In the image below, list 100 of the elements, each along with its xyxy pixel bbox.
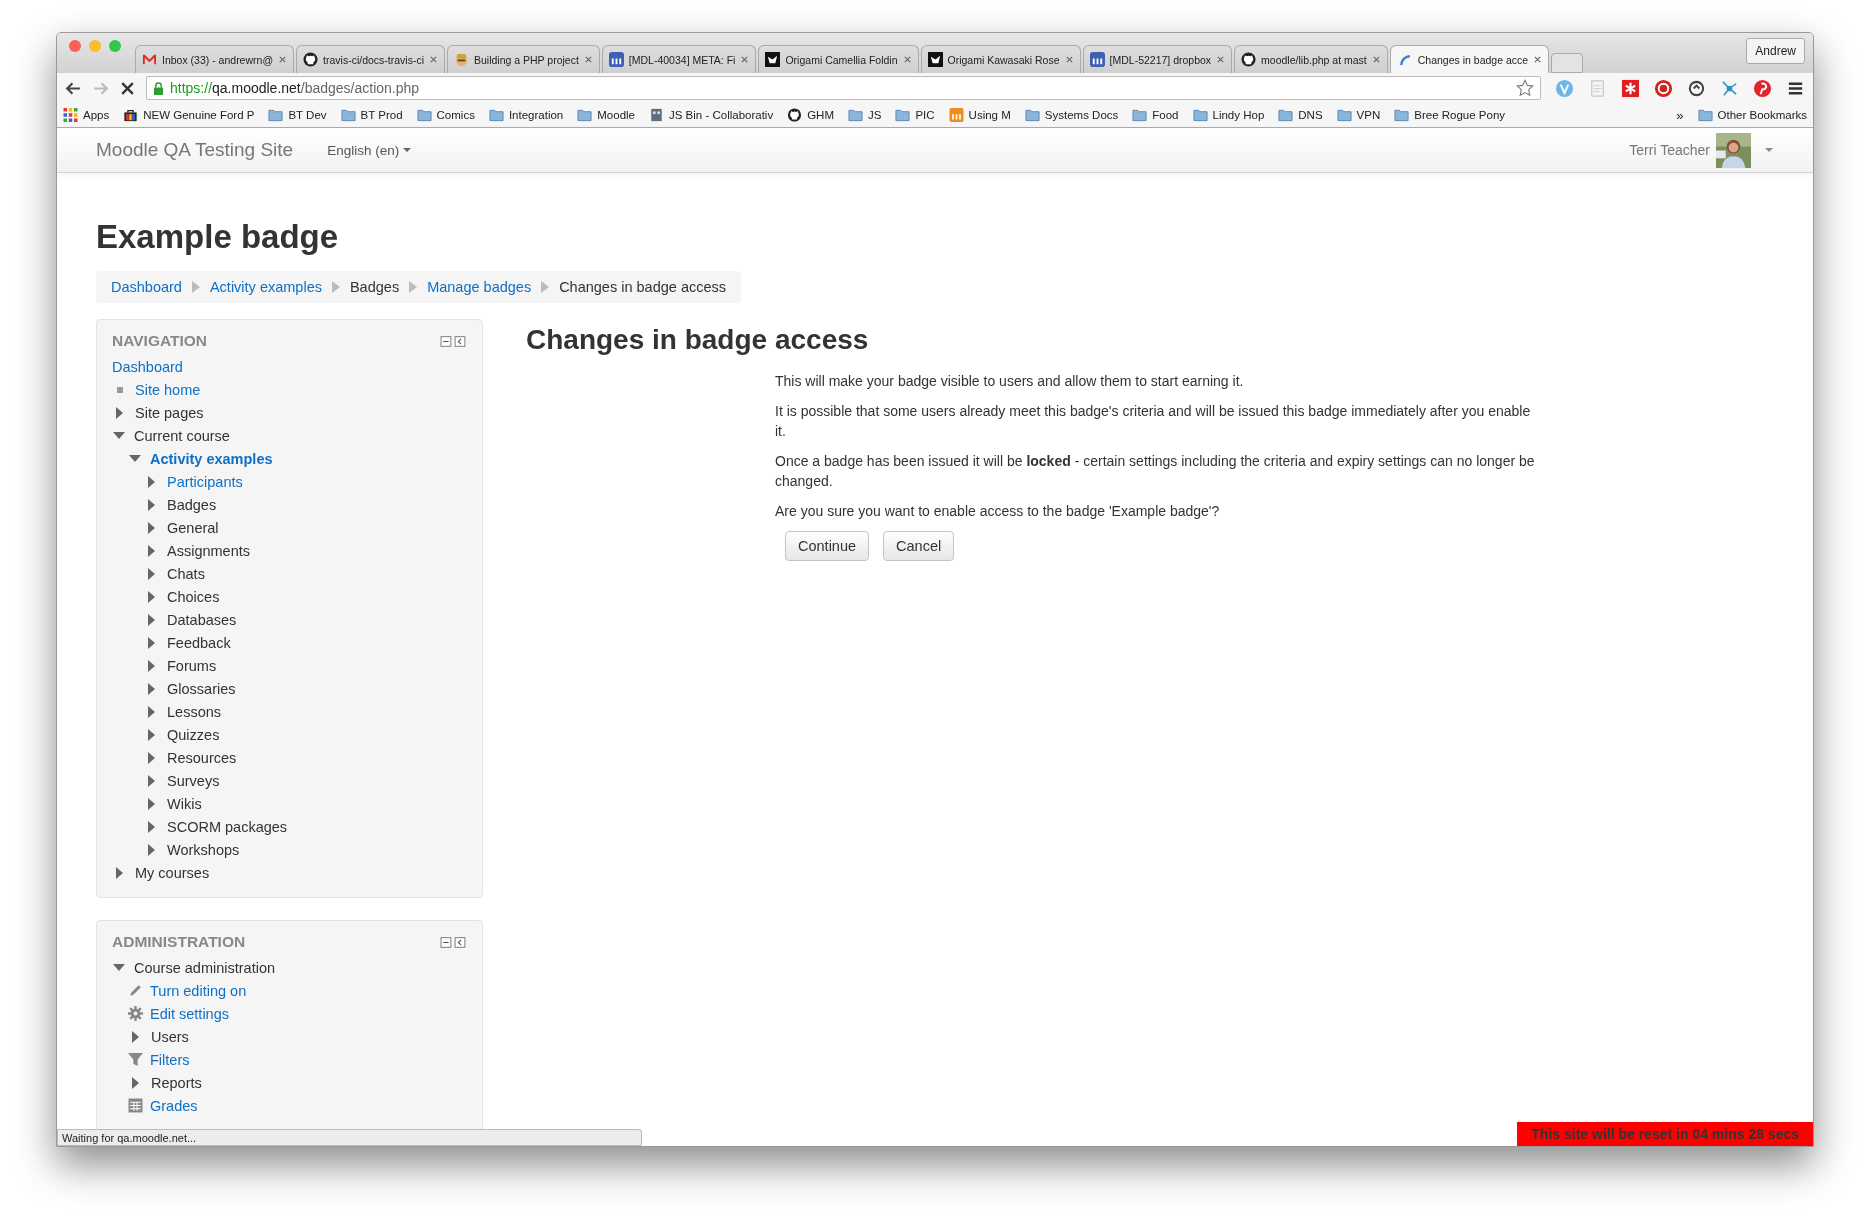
asterisk-icon[interactable] (1621, 78, 1640, 98)
expand-arrow-icon[interactable] (148, 751, 155, 764)
close-tab-icon[interactable] (902, 55, 912, 64)
browser-tab[interactable]: Building a PHP project (447, 45, 600, 73)
tree-item[interactable]: Badges (167, 496, 217, 513)
breadcrumb-link[interactable]: Dashboard (111, 279, 182, 295)
expand-arrow-icon[interactable] (148, 797, 155, 810)
close-tab-icon[interactable] (740, 55, 750, 64)
browser-tab[interactable]: travis-ci/docs-travis-ci (296, 45, 445, 73)
close-tab-icon[interactable] (1533, 55, 1543, 64)
tree-item[interactable]: Forums (167, 657, 217, 674)
tree-item[interactable]: Wikis (167, 795, 202, 812)
expand-arrow-icon[interactable] (116, 866, 123, 879)
expand-arrow-icon[interactable] (113, 432, 125, 439)
more-bookmarks-button[interactable]: » (1676, 107, 1684, 123)
bookmark[interactable]: Food (1132, 108, 1179, 122)
expand-arrow-icon[interactable] (148, 728, 155, 741)
bookmark[interactable]: GHM (787, 108, 834, 122)
expand-arrow-icon[interactable] (148, 544, 155, 557)
tree-link[interactable]: Activity examples (150, 450, 273, 467)
tree-item[interactable]: Lessons (167, 703, 221, 720)
expand-arrow-icon[interactable] (148, 613, 155, 626)
tree-link[interactable]: Edit settings (150, 1005, 229, 1022)
expand-arrow-icon[interactable] (113, 964, 125, 971)
star-icon[interactable] (1516, 79, 1534, 97)
address-bar[interactable]: https://qa.moodle.net/badges/action.php (146, 76, 1541, 100)
tree-item[interactable]: Feedback (167, 634, 231, 651)
block-controls-icon[interactable] (440, 935, 467, 949)
tree-link[interactable]: Site home (135, 381, 201, 398)
bookmark[interactable]: Integration (488, 108, 564, 122)
bookmark[interactable]: Lindy Hop (1192, 108, 1265, 122)
tree-link[interactable]: Turn editing on (150, 982, 247, 999)
bookmark[interactable]: VPN (1336, 108, 1381, 122)
sync-icon[interactable] (1687, 78, 1706, 98)
expand-arrow-icon[interactable] (132, 1076, 139, 1089)
expand-arrow-icon[interactable] (132, 1030, 139, 1043)
close-tab-icon[interactable] (583, 55, 593, 64)
close-tab-icon[interactable] (1371, 55, 1381, 64)
expand-arrow-icon[interactable] (148, 682, 155, 695)
tree-item[interactable]: SCORM packages (167, 818, 288, 835)
tree-item[interactable]: Glossaries (167, 680, 236, 697)
bookmark[interactable]: JS (848, 108, 882, 122)
tree-link[interactable]: Filters (150, 1051, 190, 1068)
close-tab-icon[interactable] (1064, 55, 1074, 64)
bookmark[interactable]: Other Bookmarks (1697, 108, 1807, 122)
browser-tab[interactable]: Origami Kawasaki Rose (920, 45, 1081, 73)
expand-arrow-icon[interactable] (129, 455, 141, 462)
bookmark[interactable]: Moodle (577, 108, 635, 122)
block-controls-icon[interactable] (440, 334, 467, 348)
bookmark[interactable]: BT Dev (268, 108, 327, 122)
browser-tab[interactable]: Origami Camellia Foldin (758, 45, 919, 73)
tree-item[interactable]: General (167, 519, 219, 536)
cancel-button[interactable]: Cancel (883, 531, 955, 561)
bookmark[interactable]: PIC (895, 108, 935, 122)
bookmark[interactable]: NEW Genuine Ford P (123, 108, 255, 122)
language-menu[interactable]: English (en) (327, 142, 412, 158)
close-tab-icon[interactable] (429, 55, 438, 64)
tree-item[interactable]: Current course (134, 427, 230, 444)
expand-arrow-icon[interactable] (148, 521, 155, 534)
tree-item[interactable]: Quizzes (167, 726, 220, 743)
breadcrumb-link[interactable]: Activity examples (209, 279, 322, 295)
user-name[interactable]: Terri Teacher (1629, 142, 1710, 158)
tree-link[interactable]: Participants (167, 473, 243, 490)
expand-arrow-icon[interactable] (148, 498, 155, 511)
browser-tab[interactable]: [MDL-52217] dropbox (1082, 45, 1233, 73)
network-icon[interactable] (1720, 78, 1739, 98)
bookmark[interactable]: Bree Rogue Pony (1394, 108, 1506, 122)
browser-tab[interactable]: Inbox (33) - andrewrn@ (135, 45, 295, 73)
browser-tab[interactable]: moodle/lib.php at mast (1234, 45, 1388, 73)
bookmark[interactable]: Comics (416, 108, 475, 122)
expand-arrow-icon[interactable] (116, 406, 123, 419)
bookmark[interactable]: DNS (1278, 108, 1323, 122)
tree-item[interactable]: Databases (167, 611, 237, 628)
continue-button[interactable]: Continue (785, 531, 870, 561)
expand-arrow-icon[interactable] (148, 843, 155, 856)
expand-arrow-icon[interactable] (148, 590, 155, 603)
tree-item[interactable]: Resources (167, 749, 237, 766)
tree-item[interactable]: Assignments (167, 542, 250, 559)
tree-item[interactable]: Workshops (167, 841, 240, 858)
caret-icon[interactable] (1765, 148, 1773, 152)
tree-item[interactable]: Users (151, 1028, 189, 1045)
tree-item[interactable]: Surveys (167, 772, 220, 789)
browser-tab[interactable]: Changes in badge acce (1389, 45, 1550, 73)
tree-link[interactable]: Dashboard (112, 358, 183, 375)
browser-tab[interactable]: [MDL-40034] META: Fi (601, 45, 757, 73)
bookmark[interactable]: JS Bin - Collaborativ (649, 108, 774, 122)
tree-item[interactable]: My courses (135, 864, 210, 881)
breadcrumb-link[interactable]: Manage badges (427, 279, 532, 295)
expand-arrow-icon[interactable] (148, 705, 155, 718)
tree-item[interactable]: Reports (151, 1074, 202, 1091)
expand-arrow-icon[interactable] (148, 774, 155, 787)
tree-item[interactable]: Site pages (135, 404, 204, 421)
expand-arrow-icon[interactable] (148, 820, 155, 833)
bookmark[interactable]: Using M (948, 108, 1011, 122)
bookmark[interactable]: Systems Docs (1024, 108, 1119, 122)
tree-item[interactable]: Chats (167, 565, 205, 582)
tree-item[interactable]: Course administration (134, 959, 276, 976)
tree-item[interactable]: Choices (167, 588, 220, 605)
site-name-link[interactable]: Moodle QA Testing Site (96, 139, 294, 161)
expand-arrow-icon[interactable] (148, 475, 155, 488)
